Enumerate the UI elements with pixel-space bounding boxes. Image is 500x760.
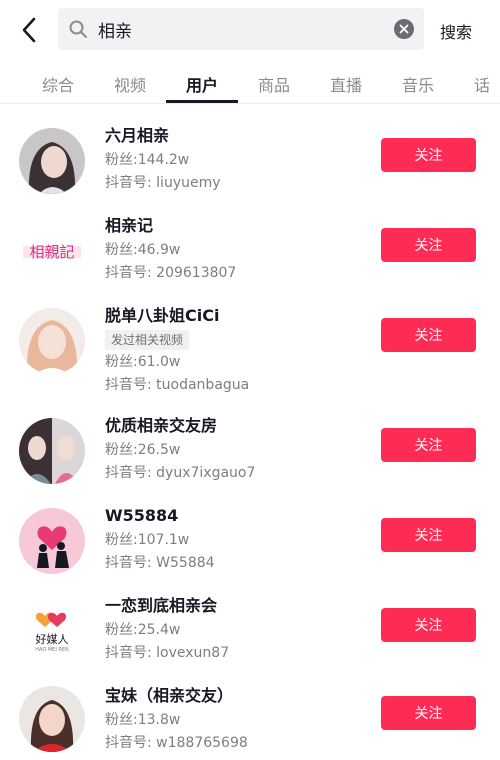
tab-products[interactable]: 商品 [258, 72, 290, 96]
avatar[interactable] [19, 686, 85, 752]
fans-count: 粉丝:144.2w [105, 152, 190, 168]
avatar[interactable]: 好媒人 HAO MEI REN [19, 598, 85, 664]
search-tabs: 综合 视频 用户 商品 直播 音乐 话 [0, 62, 500, 104]
user-info: 脱单八卦姐CiCi 发过相关视频 粉丝:61.0w 抖音号: tuodanbag… [105, 306, 249, 394]
search-input[interactable] [98, 14, 378, 44]
tab-topics[interactable]: 话 [474, 72, 490, 96]
user-name: 一恋到底相亲会 [105, 596, 218, 615]
follow-button[interactable]: 关注 [381, 228, 476, 262]
user-info: W55884 粉丝:107.1w 抖音号: W55884 [105, 506, 215, 572]
clear-search-button[interactable] [394, 19, 414, 39]
tab-music[interactable]: 音乐 [402, 72, 434, 96]
tab-videos[interactable]: 视频 [114, 72, 146, 96]
douyin-id: 抖音号: 209613807 [105, 265, 237, 281]
search-submit-button[interactable]: 搜索 [440, 19, 472, 43]
douyin-id: 抖音号: w188765698 [105, 735, 248, 751]
fans-count: 粉丝:26.5w [105, 442, 181, 458]
douyin-id: 抖音号: W55884 [105, 555, 215, 571]
follow-button[interactable]: 关注 [381, 318, 476, 352]
avatar[interactable] [19, 508, 85, 574]
back-button[interactable] [14, 14, 44, 46]
user-info: 一恋到底相亲会 粉丝:25.4w 抖音号: lovexun87 [105, 596, 229, 662]
douyin-id: 抖音号: lovexun87 [105, 645, 230, 661]
user-name: 脱单八卦姐CiCi [105, 306, 220, 325]
user-name: 六月相亲 [105, 126, 170, 145]
user-name: 宝妹（相亲交友） [105, 686, 234, 705]
user-name: 相亲记 [105, 216, 154, 235]
follow-button[interactable]: 关注 [381, 696, 476, 730]
tab-comprehensive[interactable]: 综合 [42, 72, 74, 96]
fans-count: 粉丝:13.8w [105, 712, 181, 728]
user-info: 六月相亲 粉丝:144.2w 抖音号: liuyuemy [105, 126, 221, 192]
fans-count: 粉丝:46.9w [105, 242, 181, 258]
tab-live[interactable]: 直播 [330, 72, 362, 96]
search-box[interactable] [58, 8, 424, 50]
follow-button[interactable]: 关注 [381, 518, 476, 552]
fans-count: 粉丝:107.1w [105, 532, 190, 548]
fans-count: 粉丝:25.4w [105, 622, 181, 638]
user-row[interactable]: 优质相亲交友房 粉丝:26.5w 抖音号: dyux7ixgauo7 关注 [0, 412, 500, 502]
avatar[interactable]: 相親記 [19, 218, 85, 284]
douyin-id: 抖音号: liuyuemy [105, 175, 221, 191]
active-tab-indicator [166, 100, 238, 103]
follow-button[interactable]: 关注 [381, 608, 476, 642]
related-video-tag: 发过相关视频 [105, 330, 190, 350]
user-name: W55884 [105, 506, 179, 525]
user-name: 优质相亲交友房 [105, 416, 218, 435]
brand-logo-subtext: HAO MEI REN [35, 647, 69, 653]
follow-button[interactable]: 关注 [381, 138, 476, 172]
avatar[interactable] [19, 308, 85, 374]
follow-button[interactable]: 关注 [381, 428, 476, 462]
brand-logo-text: 好媒人 [36, 632, 69, 646]
user-row[interactable]: 脱单八卦姐CiCi 发过相关视频 粉丝:61.0w 抖音号: tuodanbag… [0, 302, 500, 394]
search-icon [68, 18, 90, 40]
user-row[interactable]: W55884 粉丝:107.1w 抖音号: W55884 关注 [0, 502, 500, 592]
brand-logo-text: 相親記 [29, 243, 74, 261]
avatar[interactable] [19, 418, 85, 484]
top-bar: 搜索 [0, 0, 500, 60]
user-row[interactable]: 好媒人 HAO MEI REN 一恋到底相亲会 粉丝:25.4w 抖音号: lo… [0, 592, 500, 682]
user-row[interactable]: 宝妹（相亲交友） 粉丝:13.8w 抖音号: w188765698 关注 [0, 682, 500, 760]
user-info: 宝妹（相亲交友） 粉丝:13.8w 抖音号: w188765698 [105, 686, 248, 752]
close-icon [399, 24, 409, 34]
chevron-left-icon [22, 17, 36, 43]
douyin-id: 抖音号: tuodanbagua [105, 377, 250, 393]
user-info: 相亲记 粉丝:46.9w 抖音号: 209613807 [105, 216, 236, 282]
user-row[interactable]: 六月相亲 粉丝:144.2w 抖音号: liuyuemy 关注 [0, 122, 500, 212]
avatar[interactable] [19, 128, 85, 194]
douyin-id: 抖音号: dyux7ixgauo7 [105, 465, 256, 481]
user-info: 优质相亲交友房 粉丝:26.5w 抖音号: dyux7ixgauo7 [105, 416, 255, 482]
fans-count: 粉丝:61.0w [105, 354, 181, 370]
tab-users[interactable]: 用户 [186, 72, 218, 96]
user-row[interactable]: 相親記 相亲记 粉丝:46.9w 抖音号: 209613807 关注 [0, 212, 500, 302]
